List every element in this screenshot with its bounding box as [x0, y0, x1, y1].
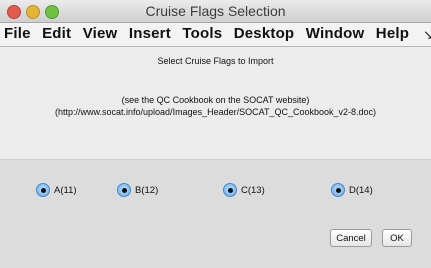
selection-panel: A(11) B(12) C(13) D(14) Cancel OK: [0, 159, 431, 268]
radio-selected-icon[interactable]: [36, 183, 50, 197]
dialog-heading: Select Cruise Flags to Import: [157, 56, 274, 66]
radio-selected-icon[interactable]: [117, 183, 131, 197]
menu-overflow-icon[interactable]: ↘: [423, 27, 431, 43]
flag-option-c[interactable]: C(13): [223, 183, 265, 197]
menubar: File Edit View Insert Tools Desktop Wind…: [0, 23, 431, 47]
flag-option-d[interactable]: D(14): [331, 183, 373, 197]
menu-tools[interactable]: Tools: [178, 23, 222, 42]
flag-option-label: B(12): [135, 184, 159, 196]
menu-desktop[interactable]: Desktop: [230, 23, 295, 42]
menu-file[interactable]: File: [0, 23, 31, 42]
radio-selected-icon[interactable]: [331, 183, 345, 197]
window-titlebar[interactable]: Cruise Flags Selection: [0, 0, 431, 23]
flag-option-b[interactable]: B(12): [117, 183, 158, 197]
menu-view[interactable]: View: [79, 23, 118, 42]
menu-help[interactable]: Help: [372, 23, 409, 42]
menu-edit[interactable]: Edit: [38, 23, 71, 42]
flag-option-label: D(14): [349, 184, 373, 196]
window-title: Cruise Flags Selection: [145, 3, 286, 19]
cookbook-url: (http://www.socat.info/upload/Images_Hea…: [55, 107, 376, 117]
cancel-button[interactable]: Cancel: [330, 229, 372, 247]
flag-option-label: C(13): [241, 184, 265, 196]
info-panel: Select Cruise Flags to Import (see the Q…: [0, 47, 431, 159]
cookbook-hint: (see the QC Cookbook on the SOCAT websit…: [121, 95, 310, 105]
flag-option-a[interactable]: A(11): [36, 183, 77, 197]
menu-insert[interactable]: Insert: [125, 23, 171, 42]
ok-button[interactable]: OK: [382, 229, 412, 247]
menu-window[interactable]: Window: [302, 23, 365, 42]
flag-option-label: A(11): [54, 184, 77, 196]
radio-selected-icon[interactable]: [223, 183, 237, 197]
